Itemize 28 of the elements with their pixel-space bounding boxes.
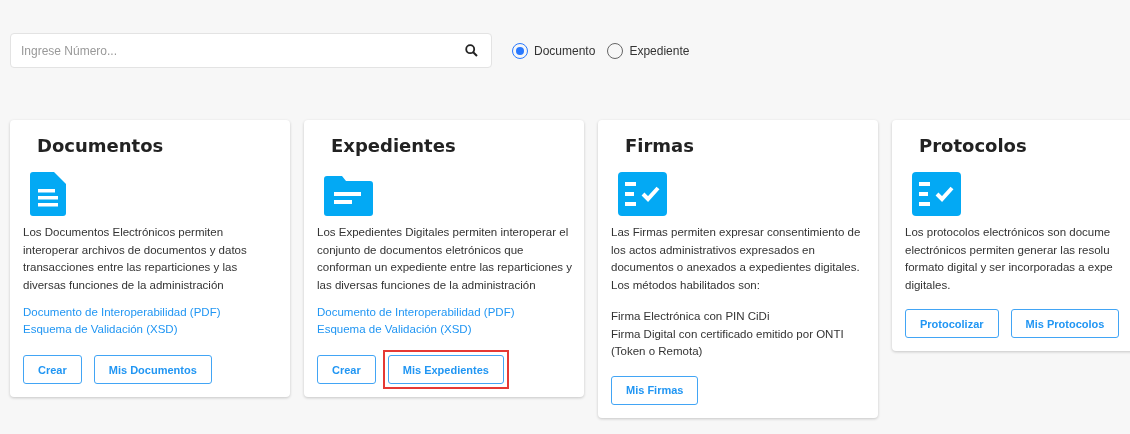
card-button[interactable]: Crear xyxy=(317,355,376,384)
card-button[interactable]: Crear xyxy=(23,355,82,384)
search-field[interactable]: Ingrese Número... xyxy=(10,33,492,68)
checklist-icon xyxy=(912,172,961,216)
card-title: Protocolos xyxy=(919,135,1028,156)
signature-methods: Firma Electrónica con PIN CiDi Firma Digital con certificado emitido por ONTI (Token o Remota) xyxy=(611,309,845,359)
card-description: Los protocolos electrónicos son docume electrónicos permiten generar las resolu formato digital y ser incorporadas a expe digitales. xyxy=(905,225,1114,293)
card-title: Expedientes xyxy=(331,135,457,156)
search-icon[interactable] xyxy=(465,44,478,57)
card-button[interactable]: Mis Documentos xyxy=(93,355,212,384)
card-button[interactable]: Protocolizar xyxy=(905,309,999,338)
card-button[interactable]: Mis Protocolos xyxy=(1010,309,1120,338)
radio-label[interactable]: Expediente xyxy=(629,43,690,58)
document-link[interactable]: Documento de Interoperabilidad (PDF) xyxy=(23,304,221,321)
card-button[interactable]: Mis Firmas xyxy=(611,375,699,405)
card-description: Los Documentos Electrónicos permiten interoperar archivos de documentos y datos transacciones entre las reparticiones y las diversas funciones de la administración xyxy=(23,225,248,293)
radio-label[interactable]: Documento xyxy=(534,43,596,58)
card-description: Los Expedientes Digitales permiten interoperar el conjunto de documentos eletrónicos que conforman un expediente entre las reparticiones y las diversas funciones de la administración xyxy=(317,225,571,293)
card-title: Firmas xyxy=(625,135,695,156)
document-link[interactable]: Documento de Interoperabilidad (PDF) xyxy=(317,304,515,321)
document-link[interactable]: Esquema de Validación (XSD) xyxy=(317,321,472,338)
card-button[interactable]: Mis Expedientes xyxy=(387,355,504,384)
card-title: Documentos xyxy=(37,135,165,156)
checklist-icon xyxy=(618,172,667,216)
card-description: Las Firmas permiten expresar consentimiento de los actos administrativos expresados en documentos o anexados a expedientes digitales. Los métodos habilitados son: xyxy=(611,225,862,293)
folder-icon xyxy=(324,176,373,216)
document-icon xyxy=(30,172,66,216)
document-link[interactable]: Esquema de Validación (XSD) xyxy=(23,321,178,338)
